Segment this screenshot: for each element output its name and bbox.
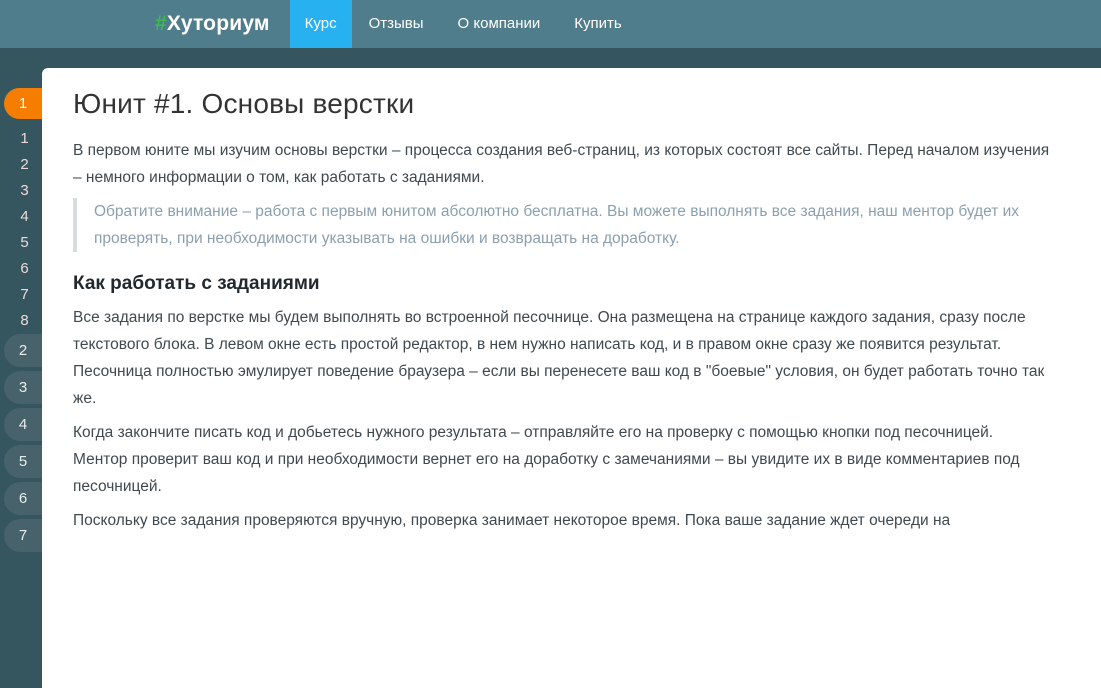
intro-paragraph: В первом юните мы изучим основы верстки …	[73, 142, 1050, 186]
sidebar-lesson-3[interactable]: 3	[0, 178, 42, 204]
sidebar-unit-2[interactable]: 2	[4, 334, 42, 367]
nav-item-course[interactable]: Курс	[289, 0, 352, 48]
page-title: Юнит #1. Основы верстки	[73, 88, 415, 119]
nav-item-buy[interactable]: Купить	[557, 0, 638, 48]
sidebar-lesson-1[interactable]: 1	[0, 126, 42, 152]
sidebar-lesson-7[interactable]: 7	[0, 282, 42, 308]
sidebar-unit-3[interactable]: 3	[4, 371, 42, 404]
sidebar-lesson-8[interactable]: 8	[0, 308, 42, 334]
paragraph-review: Когда закончите писать код и добьетесь н…	[73, 424, 1020, 495]
notice-blockquote: Обратите внимание – работа с первым юнит…	[73, 198, 1051, 252]
sidebar-unit-5[interactable]: 5	[4, 445, 42, 478]
units-sidebar: 1 1 2 3 4 5 6 7 8 2 3 4 5 6 7	[0, 48, 42, 552]
sidebar-lesson-4[interactable]: 4	[0, 204, 42, 230]
sidebar-unit-6[interactable]: 6	[4, 482, 42, 515]
sidebar-unit-7[interactable]: 7	[4, 519, 42, 552]
section-subtitle: Как работать с заданиями	[73, 273, 320, 294]
top-navbar: #Хуториум Курс Отзывы О компании Купить	[0, 0, 1101, 48]
page-body: 1 1 2 3 4 5 6 7 8 2 3 4 5 6 7 Юнит #1. О…	[0, 48, 1101, 688]
paragraph-sandbox: Все задания по верстке мы будем выполнят…	[73, 309, 1045, 407]
unit-lessons-list: 1 2 3 4 5 6 7 8	[0, 126, 42, 334]
sidebar-lesson-5[interactable]: 5	[0, 230, 42, 256]
nav-item-reviews[interactable]: Отзывы	[352, 0, 441, 48]
sidebar-lesson-6[interactable]: 6	[0, 256, 42, 282]
sidebar-lesson-2[interactable]: 2	[0, 152, 42, 178]
sidebar-unit-1-active[interactable]: 1	[4, 88, 42, 119]
paragraph-queue: Поскольку все задания проверяются вручну…	[73, 512, 951, 529]
main-nav: Курс Отзывы О компании Купить	[289, 0, 639, 48]
brand-name: Хуториум	[166, 12, 270, 35]
sidebar-unit-4[interactable]: 4	[4, 408, 42, 441]
brand-hash-icon: #	[155, 12, 167, 35]
brand-logo[interactable]: #Хуториум	[155, 12, 270, 36]
nav-item-about[interactable]: О компании	[441, 0, 558, 48]
content-card: Юнит #1. Основы верстки В первом юните м…	[42, 68, 1101, 688]
